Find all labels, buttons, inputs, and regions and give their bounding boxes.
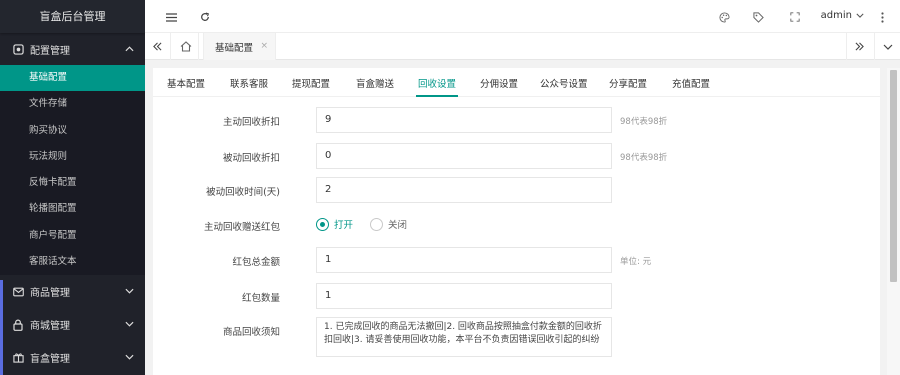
content-scrollbar[interactable]	[887, 68, 900, 375]
radio-close[interactable]: 关闭	[370, 217, 407, 231]
chevron-down-icon	[123, 351, 135, 363]
redpacket-total-input[interactable]: 1	[316, 247, 612, 273]
passive-discount-input[interactable]: 0	[316, 143, 612, 169]
tabs-menu-chevron-icon[interactable]	[874, 33, 900, 60]
subtab-customer-service[interactable]: 联系客服	[230, 76, 268, 90]
subtab-recycle[interactable]: 回收设置	[415, 76, 459, 97]
tabs-scroll-right-icon[interactable]	[846, 33, 872, 60]
field-label: 主动回收折扣	[222, 117, 280, 128]
field-hint: 单位: 元	[620, 257, 652, 267]
form-row-passive-time: 被动回收时间(天) 2	[153, 177, 880, 203]
home-icon[interactable]	[173, 33, 199, 60]
sidebar-item-regret-card[interactable]: 反悔卡配置	[0, 170, 145, 196]
field-label: 红包总金额	[232, 257, 280, 268]
fullscreen-icon[interactable]	[787, 9, 803, 25]
field-label: 主动回收赠送红包	[203, 222, 280, 233]
form-row-active-discount: 主动回收折扣 9 98代表98折	[153, 107, 880, 133]
lock-icon	[12, 319, 24, 331]
radio-label: 关闭	[388, 220, 408, 231]
app-title: 盲盒后台管理	[0, 0, 145, 33]
content-panel: 基本配置 联系客服 提现配置 盲盒赠送 回收设置 分佣设置 公众号设置 分享配置…	[153, 68, 880, 375]
radio-open[interactable]: 打开	[316, 217, 353, 231]
radio-unchecked-icon	[370, 217, 383, 231]
field-hint: 98代表98折	[620, 117, 668, 127]
top-header: admin	[145, 0, 900, 33]
subtab-share[interactable]: 分享配置	[609, 76, 647, 90]
redpacket-count-input[interactable]: 1	[316, 283, 612, 309]
tab-label: 基础配置	[215, 42, 254, 54]
refresh-icon[interactable]	[197, 9, 213, 25]
sidebar-item-service-text[interactable]: 客服话文本	[0, 249, 145, 275]
form-row-passive-discount: 被动回收折扣 0 98代表98折	[153, 143, 880, 169]
sidebar-group-label: 商品管理	[30, 288, 70, 300]
subtab-basic[interactable]: 基本配置	[167, 76, 205, 90]
tag-icon[interactable]	[750, 9, 766, 25]
sidebar-group-label: 盲盒管理	[30, 354, 70, 366]
sidebar-scroll-indicator	[0, 280, 3, 375]
sidebar-item-game-rules[interactable]: 玩法规则	[0, 144, 145, 170]
subtab-recharge[interactable]: 充值配置	[672, 76, 710, 90]
sidebar-item-carousel[interactable]: 轮播图配置	[0, 196, 145, 222]
sidebar-submenu: 基础配置 文件存储 购买协议 玩法规则 反悔卡配置 轮播图配置 商户号配置 客服…	[0, 65, 145, 276]
tabs-scroll-left-icon[interactable]	[145, 33, 171, 60]
scrollbar-thumb[interactable]	[890, 70, 897, 282]
chevron-down-icon	[123, 318, 135, 330]
radio-label: 打开	[334, 220, 354, 231]
radio-checked-icon	[316, 217, 329, 231]
settings-subtabs: 基本配置 联系客服 提现配置 盲盒赠送 回收设置 分佣设置 公众号设置 分享配置…	[153, 68, 880, 97]
form-row-redpacket-total: 红包总金额 1 单位: 元	[153, 247, 880, 273]
mail-icon	[12, 286, 24, 298]
field-label: 被动回收折扣	[222, 153, 280, 164]
tab-bar: 基础配置 ×	[145, 33, 900, 60]
field-hint: 98代表98折	[620, 153, 668, 163]
subtab-box-gift[interactable]: 盲盒赠送	[356, 76, 394, 90]
sidebar-item-file-storage[interactable]: 文件存储	[0, 91, 145, 117]
sidebar-group-label: 配置管理	[30, 45, 70, 57]
field-label: 被动回收时间(天)	[206, 187, 280, 198]
subtab-commission[interactable]: 分佣设置	[480, 76, 518, 90]
user-name: admin	[820, 10, 852, 21]
field-label: 商品回收须知	[222, 327, 280, 338]
more-vertical-icon[interactable]	[874, 9, 890, 25]
form-row-redpacket-count: 红包数量 1	[153, 283, 880, 309]
close-icon[interactable]: ×	[260, 41, 268, 51]
gift-icon	[12, 352, 24, 364]
sidebar-group-goods[interactable]: 商品管理	[0, 275, 145, 308]
recycle-notice-textarea[interactable]: 1. 已完成回收的商品无法撤回|2. 回收商品按照抽盒付款金额的回收折扣回收|3…	[316, 317, 612, 357]
form-row-send-redpacket: 主动回收赠送红包 打开 关闭	[153, 212, 880, 238]
sidebar-item-basic-config[interactable]: 基础配置	[0, 65, 145, 92]
chevron-up-icon	[123, 43, 135, 55]
sidebar-item-merchant[interactable]: 商户号配置	[0, 223, 145, 249]
sidebar-group-config[interactable]: 配置管理	[0, 33, 145, 65]
sidebar-item-purchase-agreement[interactable]: 购买协议	[0, 118, 145, 144]
menu-toggle-icon[interactable]	[163, 9, 179, 25]
user-menu[interactable]: admin	[821, 10, 864, 21]
field-label: 红包数量	[241, 293, 280, 304]
sidebar-group-box[interactable]: 盲盒管理	[0, 341, 145, 374]
subtab-withdraw[interactable]: 提现配置	[292, 76, 330, 90]
form-row-recycle-notice: 商品回收须知 1. 已完成回收的商品无法撤回|2. 回收商品按照抽盒付款金额的回…	[153, 317, 880, 357]
chevron-down-icon	[856, 10, 864, 21]
sidebar-group-label: 商城管理	[30, 321, 70, 333]
theme-icon[interactable]	[716, 9, 732, 25]
sidebar: 盲盒后台管理 配置管理 基础配置 文件存储 购买协议 玩法规则 反悔卡配置 轮播…	[0, 0, 145, 375]
tab-basic-config[interactable]: 基础配置 ×	[203, 33, 276, 60]
passive-time-input[interactable]: 2	[316, 177, 612, 203]
chevron-down-icon	[123, 285, 135, 297]
sidebar-group-mall[interactable]: 商城管理	[0, 308, 145, 341]
subtab-official-account[interactable]: 公众号设置	[540, 76, 588, 90]
active-discount-input[interactable]: 9	[316, 107, 612, 133]
config-icon	[12, 43, 24, 55]
